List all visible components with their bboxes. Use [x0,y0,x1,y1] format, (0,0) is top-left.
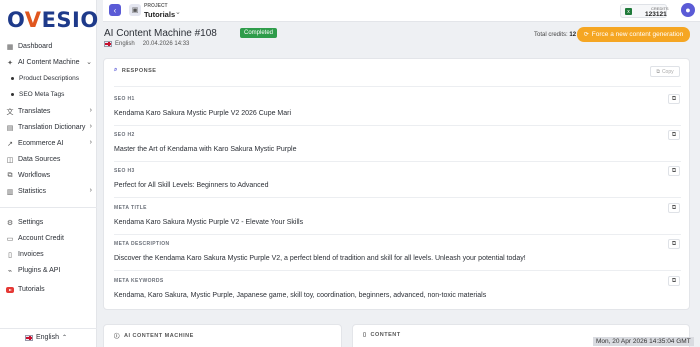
force-generation-button[interactable]: ⟳ Force a new content generation [577,27,690,42]
grid-icon: ▦ [6,43,14,51]
total-credits: Total credits: 12 [534,32,577,38]
chevron-right-icon: › [89,139,92,146]
chevron-down-icon: ⌄ [86,59,92,66]
brand-logo[interactable]: OVESIO [7,8,99,32]
bullet-icon [11,77,14,80]
uk-flag-icon [104,41,112,47]
sidebar-item-account-credit[interactable]: ▭ Account Credit [6,232,94,245]
chevron-right-icon: › [89,187,92,194]
credits-widget[interactable]: x CREDITS 123121 [620,4,669,18]
info-icon: ⓘ [114,334,121,340]
chevron-left-icon: ‹ [113,5,117,15]
chevron-right-icon: › [89,123,92,130]
sidebar-item-statistics[interactable]: ▥ Statistics › [6,185,94,198]
chevron-up-icon: ⌃ [61,335,67,341]
search-icon: ⌕ [114,67,118,73]
gear-icon: ⚙ [6,219,14,227]
workflow-icon: ⧉ [7,171,13,179]
sidebar-item-label: Invoices [18,251,44,258]
sidebar-item-label: Workflows [18,172,51,179]
sidebar-item-label: Translation Dictionary [18,124,86,131]
document-icon: ▯ [363,332,367,338]
sidebar-item-plugins-api[interactable]: ⌁ Plugins & API [6,264,94,277]
excel-icon: x [625,8,632,15]
sidebar-item-dashboard[interactable]: ▦ Dashboard [6,40,94,53]
trend-icon: ↗ [7,140,13,148]
page-title: AI Content Machine #108 [104,28,217,39]
sidebar-item-label: Account Credit [18,235,64,242]
sidebar-item-translates[interactable]: 文 Translates › [6,105,94,118]
uk-flag-icon [25,334,33,341]
divider [114,125,681,126]
timestamp-tooltip: Mon, 20 Apr 2026 14:35:04 GMT [593,337,694,346]
divider [114,234,681,235]
topbar: ‹ ▣ PROJECT Tutorials ⌄ x CREDITS 123121… [103,0,700,22]
ai-content-machine-panel: ⓘ AI CONTENT MACHINE [103,324,342,347]
sidebar: OVESIO ▦ Dashboard ✦ AI Content Machine … [0,0,99,347]
copy-icon[interactable]: ⧉ [668,276,680,286]
sparkle-icon: ✦ [7,59,13,67]
sidebar-subitem-seo-meta-tags[interactable]: SEO Meta Tags [11,91,64,98]
sidebar-item-label: Ecommerce AI [18,140,64,147]
sidebar-subitem-product-descriptions[interactable]: Product Descriptions [11,75,79,82]
sidebar-item-label: AI Content Machine [18,59,80,66]
database-icon: ◫ [6,156,14,164]
plug-icon: ⌁ [7,267,13,275]
chart-icon: ▥ [6,188,14,196]
sidebar-item-label: Tutorials [18,286,45,293]
page-language: English [115,41,135,47]
sidebar-item-label: Settings [18,219,44,226]
copy-all-button[interactable]: ⧉ Copy [650,66,680,77]
sidebar-footer-divider [0,328,97,329]
bullet-icon [11,93,14,96]
copy-icon[interactable]: ⧉ [668,94,680,104]
divider [114,86,681,87]
sidebar-item-tutorials[interactable]: Tutorials [6,283,94,296]
chevron-down-icon[interactable]: ⌄ [175,8,181,16]
credits-value: 123121 [645,11,667,18]
sidebar-item-ecommerce-ai[interactable]: ↗ Ecommerce AI › [6,137,94,150]
refresh-icon: ⟳ [583,32,589,38]
sidebar-item-label: Data Sources [18,156,61,163]
sidebar-divider [0,207,97,208]
sidebar-item-workflows[interactable]: ⧉ Workflows [6,169,94,182]
page-date: 20.04.2026 14:33 [142,41,190,47]
divider [114,270,681,271]
sidebar-item-invoices[interactable]: ▯ Invoices [6,248,94,261]
translate-icon: 文 [6,108,14,116]
collapse-sidebar-button[interactable]: ‹ [109,4,121,16]
card-icon: ▭ [6,235,14,243]
language-switcher[interactable]: English ⌃ [25,334,67,341]
sidebar-item-data-sources[interactable]: ◫ Data Sources [6,153,94,166]
copy-icon[interactable]: ⧉ [668,203,680,213]
sidebar-item-translation-dictionary[interactable]: ▤ Translation Dictionary › [6,121,94,134]
page-meta: English 20.04.2026 14:33 [104,41,189,47]
copy-icon[interactable]: ⧉ [668,130,680,140]
sidebar-item-label: Translates [18,108,51,115]
book-icon: ▤ [6,124,14,132]
chevron-right-icon: › [89,107,92,114]
user-icon: ● [685,5,691,15]
project-selector[interactable]: Tutorials [144,10,175,19]
status-badge: Completed [240,28,278,38]
project-icon: ▣ [129,4,141,16]
copy-icon[interactable]: ⧉ [668,166,680,176]
sidebar-item-label: Dashboard [18,43,53,50]
project-label: PROJECT [144,3,168,9]
sidebar-item-ai-content-machine[interactable]: ✦ AI Content Machine ⌄ [6,56,94,69]
invoice-icon: ▯ [8,251,12,259]
user-avatar[interactable]: ● [681,3,695,17]
response-heading: ⌕ RESPONSE [114,67,157,74]
divider [114,161,681,162]
response-card: ⌕ RESPONSE ⧉ Copy SEO H1 Kendama Karo Sa… [103,58,690,310]
sidebar-item-label: Plugins & API [18,267,61,274]
sidebar-item-label: Statistics [18,188,47,195]
copy-icon[interactable]: ⧉ [668,239,680,249]
youtube-icon [6,286,14,294]
copy-icon: ⧉ [656,68,660,75]
sidebar-item-settings[interactable]: ⚙ Settings [6,216,94,229]
divider [114,197,681,198]
